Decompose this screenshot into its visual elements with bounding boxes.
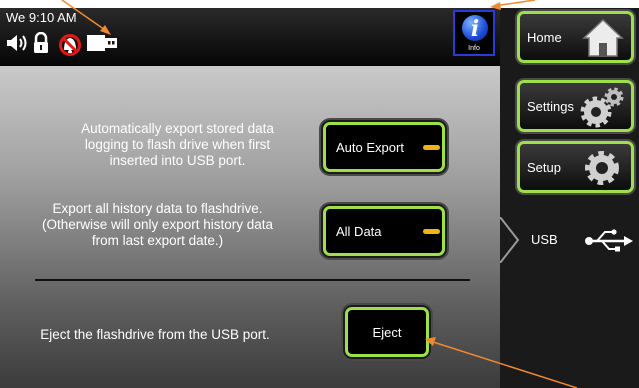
sidebar: Home Settings Setup USB: [500, 8, 639, 388]
info-button[interactable]: i Info: [453, 10, 495, 56]
auto-export-button[interactable]: Auto Export: [323, 122, 445, 172]
auto-export-description: Automatically export stored data logging…: [81, 121, 274, 168]
all-data-button[interactable]: All Data: [323, 206, 445, 256]
home-button[interactable]: Home: [517, 11, 634, 63]
settings-button[interactable]: Settings: [517, 80, 634, 132]
usb-nav-item[interactable]: USB: [500, 213, 639, 269]
settings-label: Settings: [527, 98, 574, 114]
selected-tab-pointer: [500, 217, 520, 263]
gear-icon: [585, 151, 619, 185]
no-alarm-icon[interactable]: [58, 32, 82, 56]
all-data-description: Export all history data to flashdrive. (…: [41, 201, 274, 248]
lock-icon[interactable]: [32, 32, 50, 54]
all-data-label: All Data: [336, 223, 382, 239]
clock: We 9:10 AM: [6, 10, 77, 25]
setup-label: Setup: [527, 159, 561, 175]
auto-export-label: Auto Export: [336, 139, 404, 155]
usb-drive-icon[interactable]: [86, 32, 118, 54]
gears-icon: [580, 87, 624, 128]
annotation-arrow-info: [493, 0, 536, 7]
info-label: Info: [468, 45, 480, 52]
home-icon: [582, 18, 624, 57]
all-data-indicator: [423, 229, 440, 234]
info-icon: i: [462, 15, 488, 42]
eject-description: Eject the flashdrive from the USB port.: [40, 327, 270, 342]
speaker-icon[interactable]: [5, 32, 29, 54]
home-label: Home: [527, 29, 562, 45]
usb-settings-panel: Automatically export stored data logging…: [0, 66, 500, 388]
status-bar: We 9:10 AM i Info: [0, 8, 500, 66]
device-screen: We 9:10 AM i Info Automatically export s…: [0, 8, 639, 388]
setup-button[interactable]: Setup: [517, 141, 634, 193]
eject-button[interactable]: Eject: [345, 307, 429, 357]
auto-export-indicator: [423, 145, 440, 150]
divider: [35, 279, 470, 281]
eject-label: Eject: [372, 324, 402, 340]
usb-icon: [585, 229, 633, 252]
usb-label: USB: [531, 232, 558, 247]
